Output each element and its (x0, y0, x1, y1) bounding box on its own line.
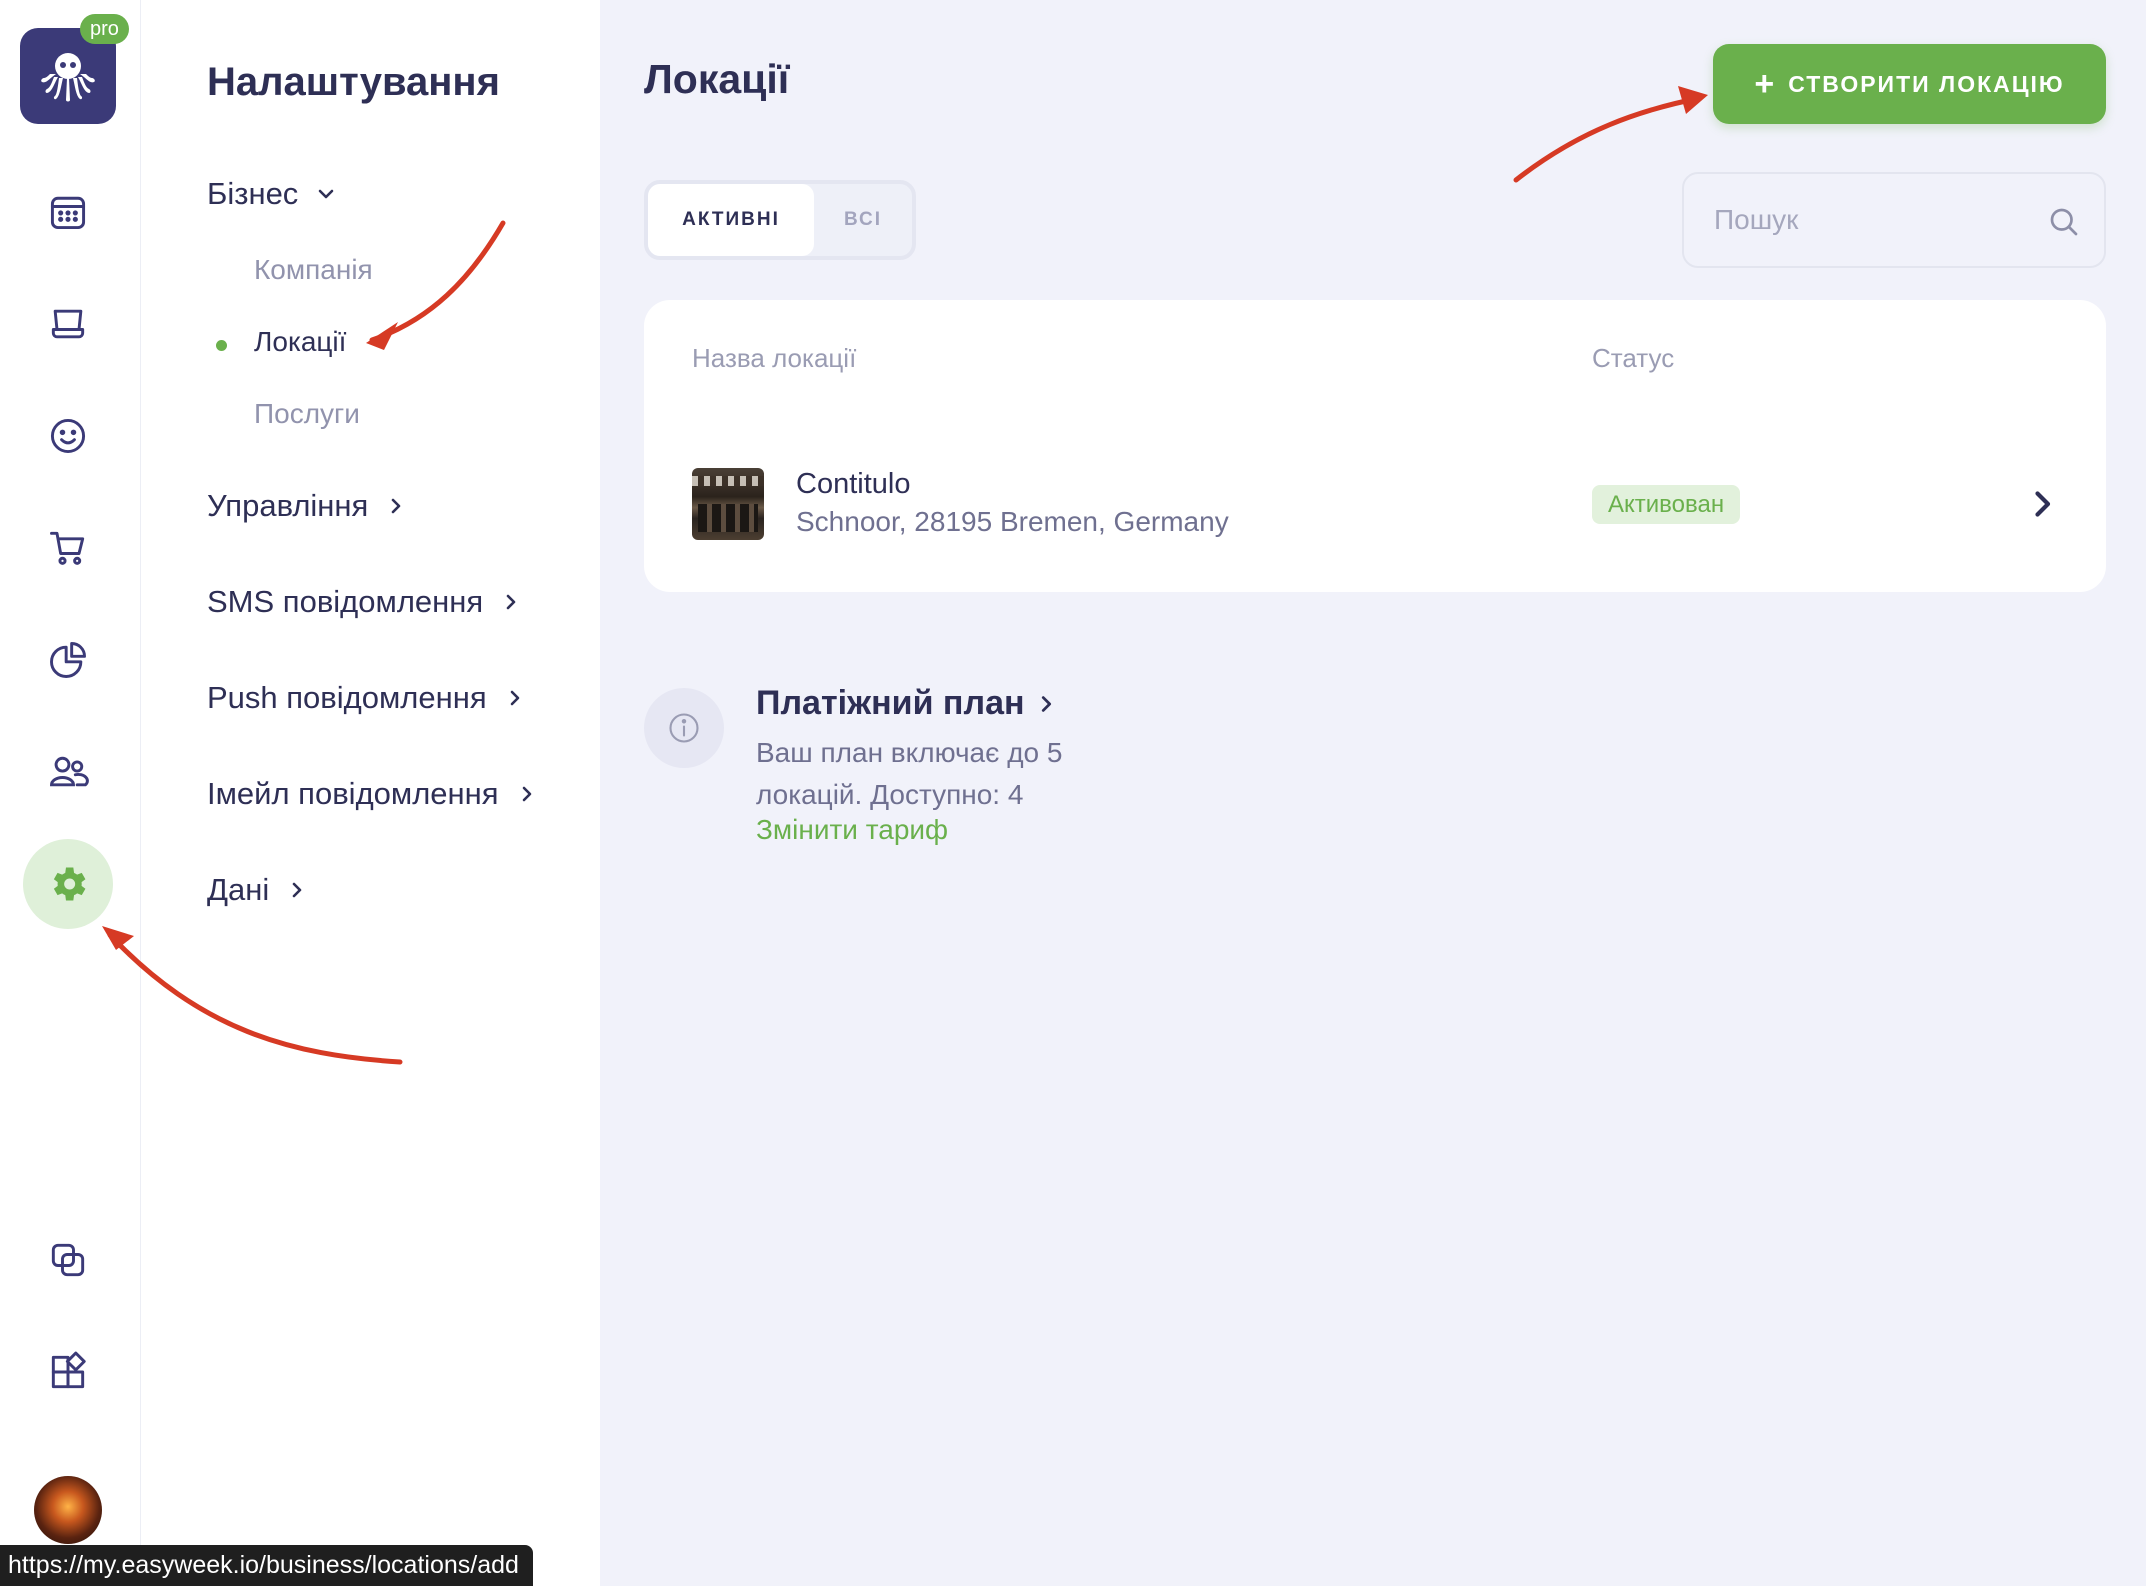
chevron-right-icon (499, 590, 523, 614)
plus-icon: + (1754, 65, 1777, 103)
create-location-label: СТВОРИТИ ЛОКАЦІЮ (1788, 70, 2065, 97)
pie-chart-icon[interactable] (28, 620, 108, 700)
nav-group-business[interactable]: Бізнес (207, 176, 338, 212)
nav-group-data[interactable]: Дані (207, 872, 309, 908)
pro-badge: pro (80, 14, 129, 44)
settings-panel: Налаштування Бізнес Компанія Локації Пос… (141, 0, 600, 1586)
chevron-right-icon (503, 686, 527, 710)
chevron-right-icon (384, 494, 408, 518)
payment-plan-title: Платіжний план (756, 684, 1025, 722)
tab-all[interactable]: ВСІ (814, 184, 912, 256)
filter-tabs: АКТИВНІ ВСІ (644, 180, 916, 260)
info-icon (644, 688, 724, 768)
nav-group-management[interactable]: Управління (207, 488, 408, 524)
chevron-right-icon (515, 782, 539, 806)
active-indicator (216, 340, 227, 351)
column-header-name: Назва локації (692, 343, 857, 373)
nav-group-label: Дані (207, 872, 270, 907)
chevron-down-icon (314, 182, 338, 206)
status-badge: Активован (1592, 485, 1741, 524)
chevron-right-icon[interactable] (2024, 486, 2060, 522)
search-box (1682, 172, 2106, 268)
locations-table: Назва локації Статус Contitulo Schnoor, … (644, 300, 2106, 592)
location-name: Contitulo (796, 468, 911, 500)
status-bar-url: https://my.easyweek.io/business/location… (0, 1545, 533, 1586)
plan-line: Ваш план включає до 5 (756, 737, 1063, 768)
sidebar-item-company[interactable]: Компанія (254, 254, 373, 286)
nav-group-label: Бізнес (207, 176, 299, 211)
location-address: Schnoor, 28195 Bremen, Germany (796, 506, 1229, 537)
copy-icon[interactable] (28, 1220, 108, 1300)
plan-line: локацій. Доступно: 4 (756, 779, 1024, 810)
nav-group-label: Імейл повідомлення (207, 776, 499, 811)
create-location-button[interactable]: + СТВОРИТИ ЛОКАЦІЮ (1713, 44, 2106, 124)
smile-icon[interactable] (28, 396, 108, 476)
chevron-right-icon (1041, 695, 1051, 712)
users-icon[interactable] (28, 732, 108, 812)
payment-plan-description: Ваш план включає до 5 локацій. Доступно:… (756, 732, 1116, 816)
sidebar-item-services[interactable]: Послуги (254, 398, 360, 430)
nav-group-sms[interactable]: SMS повідомлення (207, 584, 523, 620)
calendar-icon[interactable] (28, 172, 108, 252)
location-thumbnail (692, 468, 764, 540)
search-icon[interactable] (2046, 204, 2082, 240)
tab-active[interactable]: АКТИВНІ (648, 184, 814, 256)
apps-icon[interactable] (28, 1332, 108, 1412)
payment-plan-link[interactable]: Платіжний план (756, 684, 1057, 723)
chevron-right-icon (285, 878, 309, 902)
nav-group-email[interactable]: Імейл повідомлення (207, 776, 539, 812)
nav-group-label: Управління (207, 488, 369, 523)
nav-group-push[interactable]: Push повідомлення (207, 680, 527, 716)
search-input[interactable] (1714, 198, 2034, 242)
avatar[interactable] (34, 1476, 102, 1544)
octopus-icon (41, 53, 95, 102)
gear-icon[interactable] (23, 839, 113, 929)
cart-icon[interactable] (28, 508, 108, 588)
arrow-to-create-button (1513, 95, 1703, 183)
settings-title: Налаштування (207, 60, 500, 104)
arrowhead-create (1678, 86, 1708, 114)
nav-group-label: SMS повідомлення (207, 584, 484, 619)
column-header-status: Статус (1592, 343, 1675, 373)
monitor-icon[interactable] (28, 284, 108, 364)
page-title: Локації (644, 56, 790, 102)
icon-rail: pro (0, 0, 141, 1586)
nav-group-label: Push повідомлення (207, 680, 487, 715)
sidebar-item-locations[interactable]: Локації (254, 326, 346, 358)
change-plan-link[interactable]: Змінити тариф (756, 814, 948, 846)
